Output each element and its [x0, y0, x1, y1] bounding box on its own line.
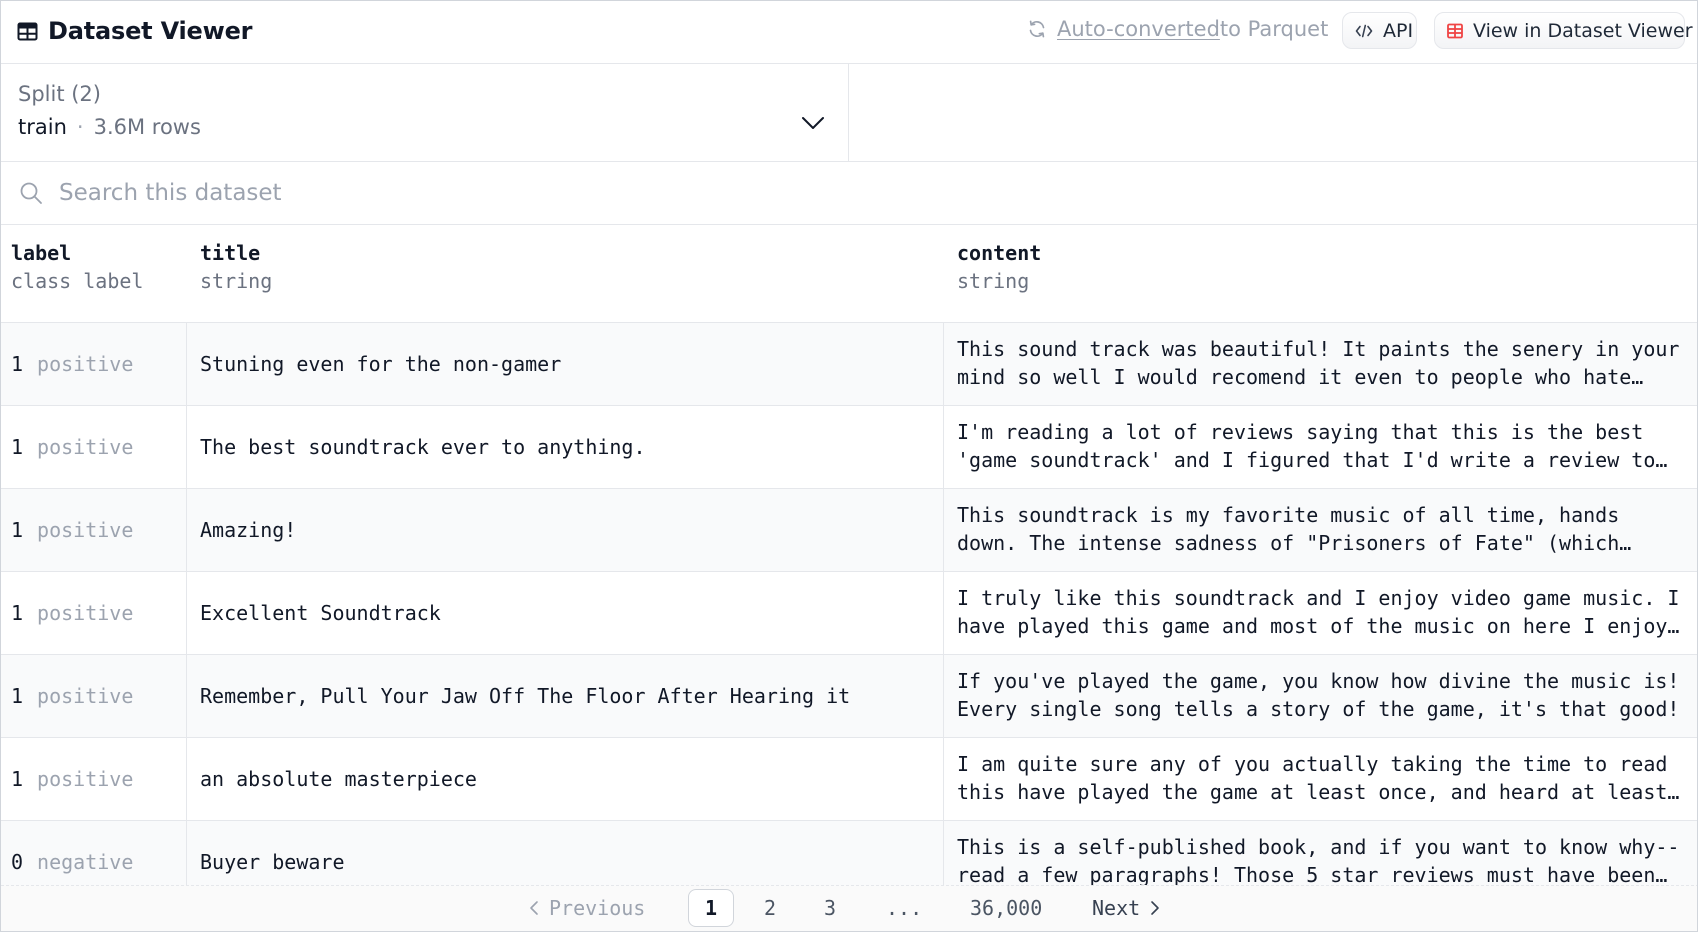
table-header: label class label title string content s…	[1, 225, 1697, 323]
content-text: I truly like this soundtrack and I enjoy…	[957, 586, 1680, 638]
table-row[interactable]: 1 positive Excellent Soundtrack I truly l…	[1, 572, 1697, 655]
label-class: positive	[37, 518, 134, 542]
brand: Dataset Viewer	[17, 17, 253, 45]
cell-title: Amazing!	[187, 489, 944, 571]
cell-label: 1 positive	[1, 572, 187, 654]
cell-label: 1 positive	[1, 655, 187, 737]
cell-title: Remember, Pull Your Jaw Off The Floor Af…	[187, 655, 944, 737]
view-label: View in Dataset Viewer	[1473, 19, 1693, 42]
split-selector[interactable]: Split (2) train · 3.6M rows	[1, 64, 849, 161]
label-class: negative	[37, 850, 134, 874]
label-value: 1	[11, 435, 24, 459]
search-bar	[1, 162, 1697, 225]
cell-content: I'm reading a lot of reviews saying that…	[944, 406, 1697, 488]
label-value: 1	[11, 767, 24, 791]
split-separator: ·	[76, 115, 84, 139]
split-row-count: 3.6M rows	[93, 115, 201, 139]
content-text: This sound track was beautiful! It paint…	[957, 337, 1680, 389]
column-type: class label	[11, 269, 144, 293]
cell-label: 1 positive	[1, 323, 187, 405]
cell-title: The best soundtrack ever to anything.	[187, 406, 944, 488]
cell-content: This sound track was beautiful! It paint…	[944, 323, 1697, 405]
table-row[interactable]: 0 negative Buyer beware This is a self-pu…	[1, 821, 1697, 885]
label-value: 1	[11, 352, 24, 376]
chevron-down-icon[interactable]	[801, 116, 825, 130]
page-button-3[interactable]: 3	[824, 886, 836, 930]
table-body: 1 positive Stuning even for the non-gamer…	[1, 323, 1697, 885]
next-label: Next	[1092, 896, 1141, 920]
header-bar: Dataset Viewer Auto-converted to Parquet	[1, 1, 1697, 64]
content-text: This soundtrack is my favorite music of …	[957, 503, 1620, 555]
cell-title: an absolute masterpiece	[187, 738, 944, 820]
cell-label: 1 positive	[1, 489, 187, 571]
label-class: positive	[37, 435, 134, 459]
table-row[interactable]: 1 positive an absolute masterpiece I am q…	[1, 738, 1697, 821]
search-icon	[19, 181, 43, 205]
cell-content: If you've played the game, you know how …	[944, 655, 1697, 737]
table-row[interactable]: 1 positive Amazing! This soundtrack is my…	[1, 489, 1697, 572]
auto-converted-link[interactable]: Auto-converted	[1057, 17, 1220, 41]
page-button-last[interactable]: 36,000	[970, 886, 1042, 930]
api-label: API	[1383, 19, 1414, 42]
cell-label: 1 positive	[1, 406, 187, 488]
table-row[interactable]: 1 positive The best soundtrack ever to an…	[1, 406, 1697, 489]
split-value: train · 3.6M rows	[18, 115, 201, 139]
data-table: label class label title string content s…	[1, 225, 1697, 885]
column-header-content[interactable]: content string	[957, 241, 1041, 293]
chevron-right-icon	[1150, 900, 1160, 916]
cell-title: Buyer beware	[187, 821, 944, 885]
content-text: If you've played the game, you know how …	[957, 669, 1680, 721]
pagination: Previous 1 2 3 ... 36,000 Next	[1, 885, 1697, 931]
previous-page-button[interactable]: Previous	[529, 886, 645, 930]
refresh-icon	[1027, 19, 1047, 39]
page-button-1[interactable]: 1	[688, 889, 734, 927]
page-ellipsis: ...	[886, 896, 923, 920]
search-input[interactable]	[59, 174, 1059, 212]
cell-content: This is a self-published book, and if yo…	[944, 821, 1697, 885]
label-value: 0	[11, 850, 24, 874]
parquet-text: to Parquet	[1219, 17, 1329, 41]
chevron-left-icon	[529, 900, 539, 916]
parquet-status: Auto-converted to Parquet	[1027, 17, 1328, 41]
label-value: 1	[11, 518, 24, 542]
label-value: 1	[11, 684, 24, 708]
cell-title: Stuning even for the non-gamer	[187, 323, 944, 405]
cell-content: This soundtrack is my favorite music of …	[944, 489, 1697, 571]
content-text: I am quite sure any of you actually taki…	[957, 752, 1668, 804]
dataset-viewer: Dataset Viewer Auto-converted to Parquet	[0, 0, 1698, 932]
label-class: positive	[37, 601, 134, 625]
grid-icon	[1447, 23, 1463, 39]
content-text: I'm reading a lot of reviews saying that…	[957, 420, 1656, 472]
page-title: Dataset Viewer	[48, 17, 253, 45]
cell-content: I am quite sure any of you actually taki…	[944, 738, 1697, 820]
column-name: label	[11, 241, 72, 265]
column-header-title[interactable]: title string	[200, 241, 272, 293]
label-class: positive	[37, 684, 134, 708]
view-in-dataset-viewer-button[interactable]: View in Dataset Viewer	[1434, 12, 1693, 49]
page-button-2[interactable]: 2	[764, 886, 776, 930]
table-icon	[17, 21, 38, 42]
previous-label: Previous	[549, 896, 646, 920]
content-text: This is a self-published book, and if yo…	[957, 835, 1680, 885]
column-type: string	[200, 269, 273, 293]
split-bar: Split (2) train · 3.6M rows	[1, 64, 1697, 162]
split-label: Split (2)	[18, 82, 101, 106]
label-value: 1	[11, 601, 24, 625]
api-button[interactable]: API	[1342, 12, 1417, 49]
label-class: positive	[37, 352, 134, 376]
cell-content: I truly like this soundtrack and I enjoy…	[944, 572, 1697, 654]
label-class: positive	[37, 767, 134, 791]
code-icon	[1355, 24, 1373, 38]
cell-label: 1 positive	[1, 738, 187, 820]
column-name: title	[200, 241, 261, 265]
column-header-label[interactable]: label class label	[11, 241, 143, 293]
next-page-button[interactable]: Next	[1092, 886, 1160, 930]
column-name: content	[957, 241, 1042, 265]
column-type: string	[957, 269, 1030, 293]
table-row[interactable]: 1 positive Stuning even for the non-gamer…	[1, 323, 1697, 406]
cell-title: Excellent Soundtrack	[187, 572, 944, 654]
split-name: train	[18, 115, 67, 139]
cell-label: 0 negative	[1, 821, 187, 885]
table-row[interactable]: 1 positive Remember, Pull Your Jaw Off Th…	[1, 655, 1697, 738]
